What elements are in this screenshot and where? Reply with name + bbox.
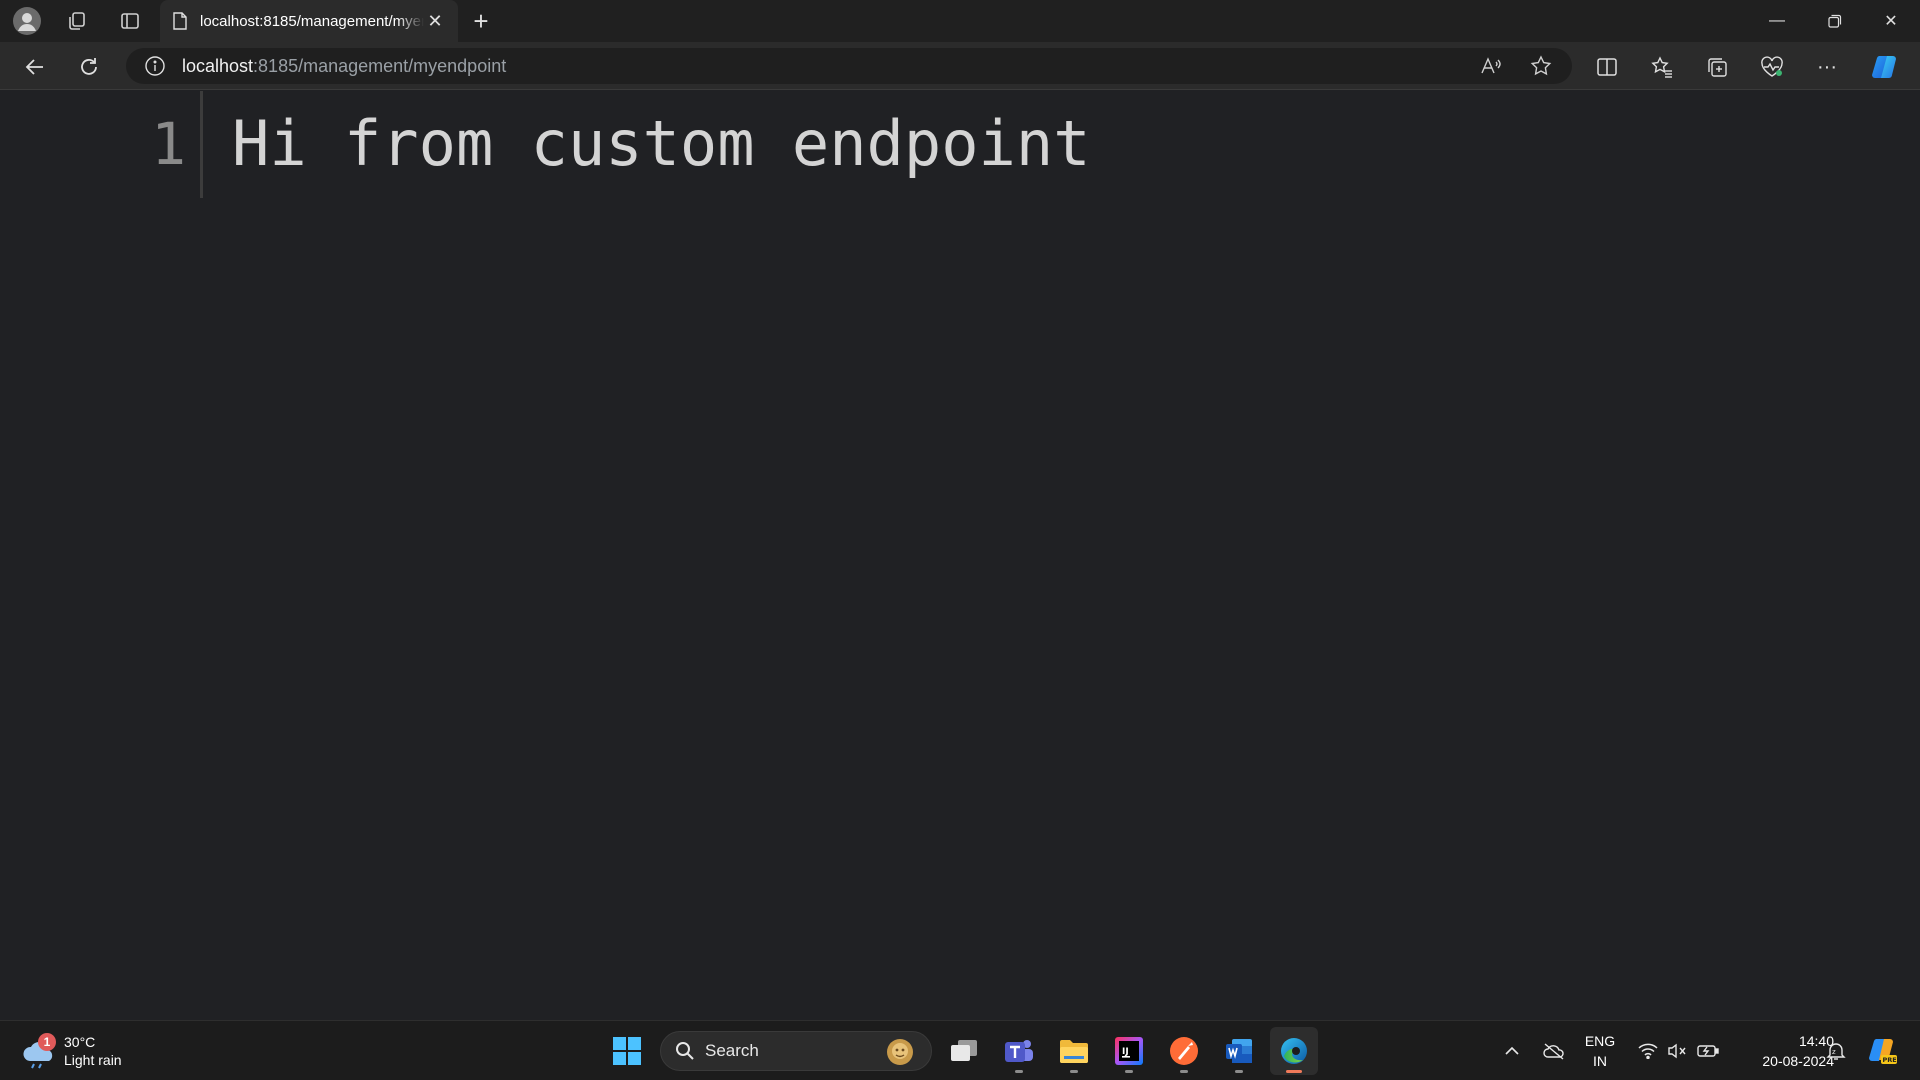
search-highlight-icon: [885, 1037, 915, 1067]
address-bar[interactable]: localhost:8185/management/myendpoint: [126, 48, 1572, 84]
edge-app-icon[interactable]: [1270, 1027, 1318, 1075]
running-indicator: [1125, 1070, 1133, 1073]
input-language[interactable]: ENG IN: [1572, 1031, 1628, 1071]
svg-text:z: z: [1832, 1048, 1836, 1056]
intellij-app-icon[interactable]: IJ: [1105, 1027, 1153, 1075]
taskbar-search[interactable]: Search: [660, 1031, 932, 1071]
word-app-icon[interactable]: [1215, 1027, 1263, 1075]
running-indicator: [1180, 1070, 1188, 1073]
weather-cloud-rain-icon: 1: [20, 1033, 60, 1069]
onedrive-offline-icon[interactable]: [1538, 1021, 1570, 1080]
page-icon: [172, 12, 188, 30]
running-indicator: [1235, 1070, 1243, 1073]
address-url[interactable]: localhost:8185/management/myendpoint: [182, 56, 506, 77]
refresh-icon[interactable]: [72, 50, 106, 84]
new-tab-icon[interactable]: +: [466, 6, 496, 36]
page-content: 1 Hi from custom endpoint: [0, 91, 1920, 1020]
system-clock[interactable]: 14:40 20-08-2024: [1730, 1031, 1834, 1071]
site-info-icon[interactable]: [144, 55, 166, 77]
notifications-icon[interactable]: z: [1824, 1021, 1848, 1080]
address-host: localhost: [182, 55, 254, 76]
task-view-icon[interactable]: [940, 1027, 988, 1075]
tab-close-icon[interactable]: ✕: [424, 10, 446, 32]
clock-time: 14:40: [1798, 1033, 1834, 1049]
running-indicator: [1070, 1070, 1078, 1073]
tab-active[interactable]: localhost:8185/management/myendpoint ✕: [160, 0, 458, 42]
svg-text:IJ: IJ: [1122, 1047, 1129, 1057]
weather-temperature: 30°C: [64, 1034, 96, 1050]
tab-title: localhost:8185/management/myendpoint: [200, 12, 424, 30]
copilot-icon[interactable]: [1868, 50, 1902, 84]
running-indicator: [1286, 1070, 1302, 1073]
file-explorer-icon[interactable]: [1050, 1027, 1098, 1075]
split-screen-icon[interactable]: [1590, 50, 1624, 84]
back-arrow-icon[interactable]: [18, 50, 52, 84]
response-text: Hi from custom endpoint: [232, 107, 1091, 180]
copilot-preview-icon[interactable]: PRE: [1862, 1021, 1902, 1080]
teams-app-icon[interactable]: [995, 1027, 1043, 1075]
browser-toolbar: localhost:8185/management/myendpoint ···: [0, 42, 1920, 90]
minimize-icon[interactable]: —: [1748, 0, 1806, 42]
line-gutter-divider: [200, 91, 203, 198]
language-region: IN: [1593, 1053, 1607, 1069]
weather-widget[interactable]: 1 30°C Light rain: [20, 1029, 122, 1073]
favorites-list-icon[interactable]: [1645, 50, 1679, 84]
workspaces-icon[interactable]: [62, 6, 92, 36]
search-label: Search: [705, 1041, 759, 1060]
search-icon: [675, 1041, 695, 1061]
running-indicator: [1015, 1070, 1023, 1073]
browser-essentials-icon[interactable]: [1755, 50, 1789, 84]
browser-tab-strip: localhost:8185/management/myendpoint ✕ +…: [0, 0, 1920, 42]
clock-date: 20-08-2024: [1762, 1053, 1834, 1069]
vertical-tabs-icon[interactable]: [115, 6, 145, 36]
svg-text:PRE: PRE: [1883, 1056, 1897, 1064]
address-path: :8185/management/myendpoint: [253, 55, 507, 76]
start-button[interactable]: [603, 1027, 651, 1075]
postman-app-icon[interactable]: [1160, 1027, 1208, 1075]
show-hidden-icons-chevron-icon[interactable]: [1500, 1021, 1524, 1080]
profile-avatar-icon[interactable]: [12, 6, 42, 36]
close-window-icon[interactable]: ✕: [1862, 0, 1920, 42]
collections-icon[interactable]: [1700, 50, 1734, 84]
weather-condition: Light rain: [64, 1052, 122, 1068]
windows-taskbar: 1 30°C Light rain Search IJ ENG IN 14:40…: [0, 1020, 1920, 1080]
line-number: 1: [151, 110, 186, 178]
restore-icon[interactable]: [1806, 0, 1864, 42]
more-options-icon[interactable]: ···: [1810, 50, 1844, 84]
wifi-icon[interactable]: [1636, 1021, 1660, 1080]
battery-charging-icon[interactable]: [1694, 1021, 1722, 1080]
favorite-star-icon[interactable]: [1526, 51, 1556, 81]
weather-alert-badge: 1: [38, 1033, 56, 1051]
volume-muted-icon[interactable]: [1664, 1021, 1690, 1080]
language-code: ENG: [1584, 1033, 1616, 1049]
read-aloud-icon[interactable]: [1476, 51, 1506, 81]
